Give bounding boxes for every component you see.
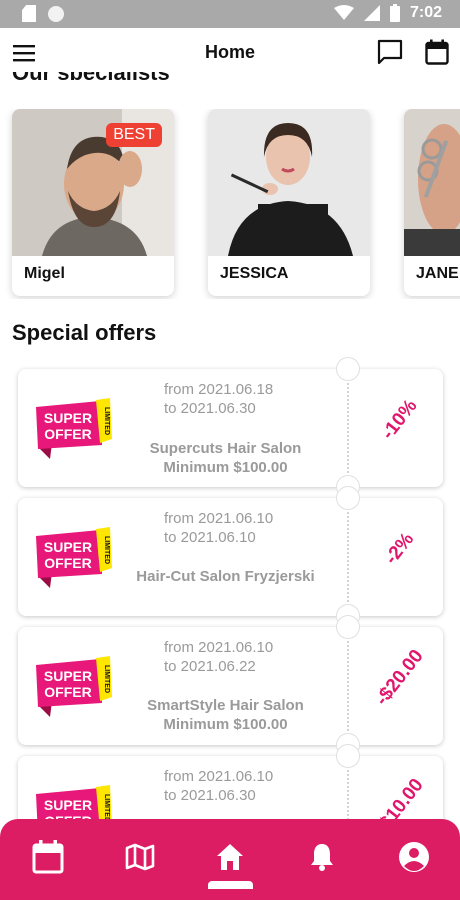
offer-dates: from 2021.06.10 to 2021.06.30 [164,767,273,805]
coupon-divider [347,383,349,473]
sticker-tag: LIMITED [103,665,110,693]
status-bar: 7:02 [0,0,460,28]
sticker-line2: OFFER [44,426,91,442]
offer-salon: Supercuts Hair Salon Minimum $100.00 [118,439,333,477]
active-tab-indicator [208,881,253,889]
special-offers-title: Special offers [12,320,157,345]
status-time: 7:02 [409,4,442,21]
offer-from-date: from 2021.06.18 [164,381,274,398]
battery-icon [389,4,400,22]
super-offer-sticker: LIMITED SUPEROFFER [34,397,114,461]
specialists-carousel[interactable]: BEST Migel JESSICA JANE [0,109,460,299]
offer-discount: -$20.00 [371,645,428,710]
specialist-photo: BEST [12,109,174,256]
account-icon[interactable] [396,839,432,875]
offer-dates: from 2021.06.10 to 2021.06.10 [164,509,273,547]
specialist-photo [208,109,370,256]
offer-to-date: to 2021.06.30 [164,400,256,417]
coupon-notch [336,744,360,768]
sticker-line2: OFFER [44,684,91,700]
offer-coupon[interactable]: LIMITED SUPER OFFER from 2021.06.18 to 202… [18,357,443,499]
sticker-line1: SUPER [44,410,92,426]
super-offer-sticker: LIMITED SUPEROFFER [34,655,114,719]
sd-card-icon [22,5,36,22]
calendar-icon[interactable] [423,37,451,67]
specialist-photo [404,109,460,256]
offer-dates: from 2021.06.18 to 2021.06.30 [164,380,273,418]
specialists-title: Our specialists [12,72,170,80]
offer-salon-name: SmartStyle Hair Salon [147,697,304,714]
bottom-navigation [0,819,460,900]
sticker-line2: OFFER [44,555,91,571]
offer-salon-name: Supercuts Hair Salon [149,440,302,457]
offer-from-date: from 2021.06.10 [164,510,274,527]
sticker-line1: SUPER [44,668,92,684]
offer-dates: from 2021.06.10 to 2021.06.22 [164,638,273,676]
sticker-tag: LIMITED [103,794,110,822]
sync-icon [48,5,64,22]
wifi-icon [333,5,354,20]
chat-icon[interactable] [376,38,404,66]
offer-from-date: from 2021.06.10 [164,768,274,785]
specialist-card[interactable]: JANE [404,109,460,296]
sticker-tag: LIMITED [103,407,110,435]
specialist-name: JESSICA [220,265,289,282]
specialist-name: JANE [416,265,459,282]
super-offer-sticker: LIMITED SUPEROFFER [34,526,114,590]
signal-icon [363,5,380,21]
offer-to-date: to 2021.06.22 [164,658,256,675]
map-icon[interactable] [122,839,158,875]
coupon-divider [347,512,349,602]
app-bar: Home [0,28,460,78]
offer-salon: Hair-Cut Salon Fryzjerski [118,567,333,586]
coupon-notch [336,486,360,510]
calendar-icon[interactable] [30,839,66,875]
coupon-notch [336,357,360,381]
offer-discount: -2% [380,528,419,569]
sticker-tag: LIMITED [103,536,110,564]
offer-from-date: from 2021.06.10 [164,639,274,656]
coupon-divider [347,641,349,731]
offer-minimum: Minimum $100.00 [163,459,288,476]
specialist-card[interactable]: JESSICA [208,109,370,296]
offer-to-date: to 2021.06.10 [164,529,256,546]
offer-coupon[interactable]: LIMITED SUPEROFFER from 2021.06.10 to 202… [18,486,443,628]
sticker-line1: SUPER [44,797,92,813]
best-badge: BEST [106,123,162,147]
sticker-line1: SUPER [44,539,92,555]
home-icon[interactable] [212,839,248,875]
offer-salon: SmartStyle Hair Salon Minimum $100.00 [118,696,333,734]
coupon-notch [336,615,360,639]
offer-minimum: Minimum $100.00 [163,716,288,733]
offer-coupon[interactable]: LIMITED SUPEROFFER from 2021.06.10 to 202… [18,615,443,757]
specialist-name: Migel [24,265,65,282]
offer-discount: -10% [377,395,422,444]
offer-to-date: to 2021.06.30 [164,787,256,804]
bell-icon[interactable] [304,839,340,875]
offer-salon-name: Hair-Cut Salon Fryzjerski [136,568,315,585]
specialist-card[interactable]: BEST Migel [12,109,174,296]
specialists-title-wrap: Our specialists [12,72,212,80]
